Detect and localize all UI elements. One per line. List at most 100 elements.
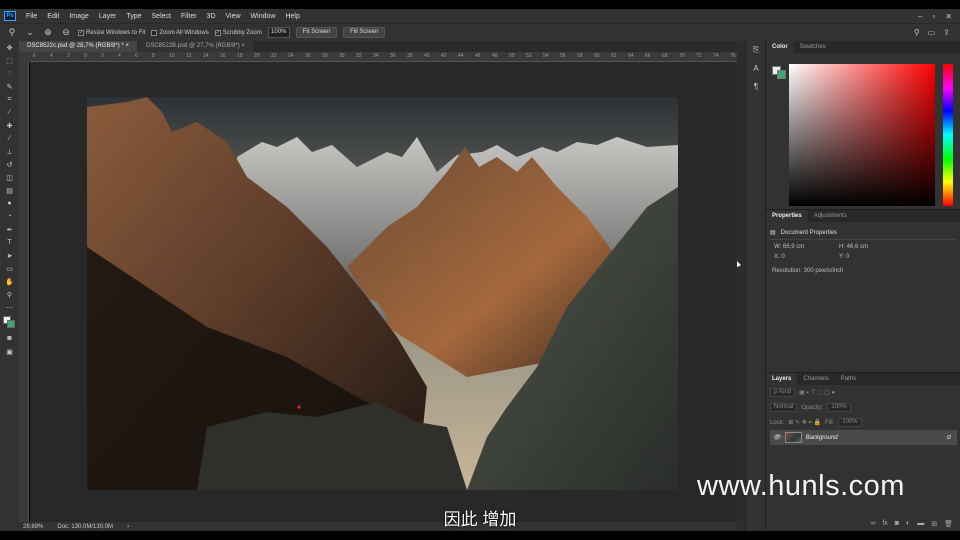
- menu-help[interactable]: Help: [280, 13, 304, 20]
- title-strip: [0, 0, 960, 9]
- zoom-out-icon[interactable]: ⊖: [60, 27, 72, 39]
- crop-tool-icon[interactable]: ⌗: [0, 93, 19, 106]
- tab-adjustments[interactable]: Adjustments: [808, 210, 853, 222]
- ruler-tick-label: 12: [186, 53, 192, 59]
- minimize-icon[interactable]: –: [918, 12, 922, 21]
- vertical-ruler[interactable]: [19, 62, 29, 522]
- eraser-tool-icon[interactable]: ◫: [0, 171, 19, 184]
- height-field[interactable]: H: 46,6 cm: [839, 244, 894, 250]
- menu-window[interactable]: Window: [246, 13, 281, 20]
- width-field[interactable]: W: 66,9 cm: [774, 244, 829, 250]
- tab-paths[interactable]: Paths: [835, 373, 862, 385]
- ruler-tick-label: 24: [288, 53, 294, 59]
- color-swatches[interactable]: [0, 314, 19, 332]
- fill-label: Fill:: [824, 419, 835, 426]
- layer-background[interactable]: 👁 Background ⊙: [770, 430, 957, 445]
- pen-tool-icon[interactable]: ✒: [0, 223, 19, 236]
- brush-tool-icon[interactable]: ∕: [0, 132, 19, 145]
- tab-color[interactable]: Color: [766, 41, 794, 53]
- marquee-tool-icon[interactable]: ⬚: [0, 54, 19, 67]
- fill-field[interactable]: 100%: [838, 418, 862, 427]
- menu-file[interactable]: File: [21, 13, 42, 20]
- hand-tool-icon[interactable]: ✋: [0, 275, 19, 288]
- zoom-tool-icon[interactable]: ⚲: [6, 27, 18, 39]
- tab-channels[interactable]: Channels: [797, 373, 834, 385]
- menu-filter[interactable]: Filter: [176, 13, 202, 20]
- menu-select[interactable]: Select: [147, 13, 176, 20]
- opacity-label: Opacity:: [801, 404, 824, 411]
- ruler-tick-label: 64: [628, 53, 634, 59]
- ruler-tick-label: 4: [50, 53, 53, 59]
- menu-3d[interactable]: 3D: [202, 13, 221, 20]
- background-swatch[interactable]: [7, 320, 15, 328]
- x-field[interactable]: X: 0: [774, 254, 829, 260]
- fill-screen-button[interactable]: Fill Screen: [343, 27, 386, 38]
- path-select-tool-icon[interactable]: ➤: [0, 249, 19, 262]
- lock-icon: ⊙: [945, 435, 951, 441]
- blend-row: Normal Opacity: 100%: [766, 400, 960, 415]
- eye-icon[interactable]: 👁: [773, 434, 781, 441]
- more-tools-icon[interactable]: ⋯: [0, 301, 19, 314]
- close-icon[interactable]: ✕: [945, 12, 952, 21]
- blend-mode-dropdown[interactable]: Normal: [770, 403, 798, 412]
- zoom-percent-field[interactable]: 100%: [267, 27, 290, 38]
- move-tool-icon[interactable]: ✥: [0, 41, 19, 54]
- tab-properties[interactable]: Properties: [766, 210, 808, 222]
- opacity-field[interactable]: 100%: [827, 403, 851, 412]
- workspace-icon[interactable]: ▭: [928, 28, 936, 37]
- tab-document-2[interactable]: DSC8522B.psd @ 27,7% (RGB/8*) ×: [138, 41, 253, 52]
- gradient-tool-icon[interactable]: ▤: [0, 184, 19, 197]
- ruler-tick-label: 62: [611, 53, 617, 59]
- fit-screen-button[interactable]: Fit Screen: [295, 27, 338, 38]
- history-brush-icon[interactable]: ↺: [0, 158, 19, 171]
- tab-document-1[interactable]: DSC8522c.psd @ 28,7% (RGB/8*) * ×: [19, 41, 137, 52]
- blur-tool-icon[interactable]: ●: [0, 197, 19, 210]
- size-row: W: 66,9 cm H: 46,6 cm: [766, 240, 960, 250]
- quick-mask-icon[interactable]: ◙: [0, 332, 19, 345]
- character-icon[interactable]: A: [746, 59, 766, 77]
- healing-tool-icon[interactable]: ✚: [0, 119, 19, 132]
- kind-filter-dropdown[interactable]: ρ Kind: [770, 388, 796, 397]
- dodge-tool-icon[interactable]: ◔: [0, 210, 19, 223]
- resize-windows-checkbox[interactable]: ✓ Resize Windows to Fit: [78, 29, 145, 36]
- restore-icon[interactable]: ▫: [932, 12, 935, 21]
- background-color-swatch[interactable]: [777, 70, 786, 79]
- y-field[interactable]: Y: 0: [839, 254, 894, 260]
- type-tool-icon[interactable]: T: [0, 236, 19, 249]
- search-icon[interactable]: ⚲: [914, 28, 920, 37]
- tab-swatches[interactable]: Swatches: [794, 41, 832, 53]
- menu-view[interactable]: View: [221, 13, 246, 20]
- stamp-tool-icon[interactable]: ⊥: [0, 145, 19, 158]
- menu-edit[interactable]: Edit: [42, 13, 64, 20]
- horizontal-ruler[interactable]: 6 4 2 0 2 4 6 8 10 12 14 16 18 20 22 24 26 28 30 32 34 36 38 40…: [29, 52, 737, 62]
- zoom-all-checkbox[interactable]: Zoom All Windows: [151, 29, 209, 36]
- chevron-down-icon[interactable]: ⌄: [24, 27, 36, 39]
- ruler-tick-label: 52: [526, 53, 532, 59]
- history-icon[interactable]: ⎘: [746, 41, 766, 59]
- shape-tool-icon[interactable]: ▭: [0, 262, 19, 275]
- menu-type[interactable]: Type: [121, 13, 146, 20]
- lasso-tool-icon[interactable]: ◌: [0, 67, 19, 80]
- close-icon[interactable]: ×: [241, 43, 245, 49]
- ruler-tick-label: 2: [67, 53, 70, 59]
- share-icon[interactable]: ⇪: [943, 28, 950, 37]
- document-image[interactable]: [87, 97, 678, 490]
- eyedropper-tool-icon[interactable]: ⁄: [0, 106, 19, 119]
- zoom-in-icon[interactable]: ⊕: [42, 27, 54, 39]
- menu-layer[interactable]: Layer: [94, 13, 122, 20]
- quick-select-tool-icon[interactable]: ✎: [0, 80, 19, 93]
- paragraph-icon[interactable]: ¶: [746, 77, 766, 95]
- lock-icons[interactable]: ⊠ ✎ ✥ ⌗ 🔒: [788, 419, 821, 427]
- vertical-scrollbar[interactable]: [737, 41, 745, 531]
- scrubby-zoom-checkbox[interactable]: ✓ Scrubby Zoom: [214, 29, 262, 36]
- filter-icons[interactable]: ▣ ◐ T ⬚ ▢ ●: [799, 389, 835, 396]
- tab-layers[interactable]: Layers: [766, 373, 798, 385]
- color-picker-field[interactable]: [789, 64, 935, 206]
- ruler-tick-label: 74: [713, 53, 719, 59]
- hue-slider[interactable]: [943, 64, 953, 206]
- screen-mode-icon[interactable]: ▣: [0, 345, 19, 358]
- close-icon[interactable]: ×: [125, 43, 129, 49]
- menu-image[interactable]: Image: [64, 13, 93, 20]
- zoom-tool-icon[interactable]: ⚲: [0, 288, 19, 301]
- layers-panel-tabs: Layers Channels Paths: [766, 373, 960, 385]
